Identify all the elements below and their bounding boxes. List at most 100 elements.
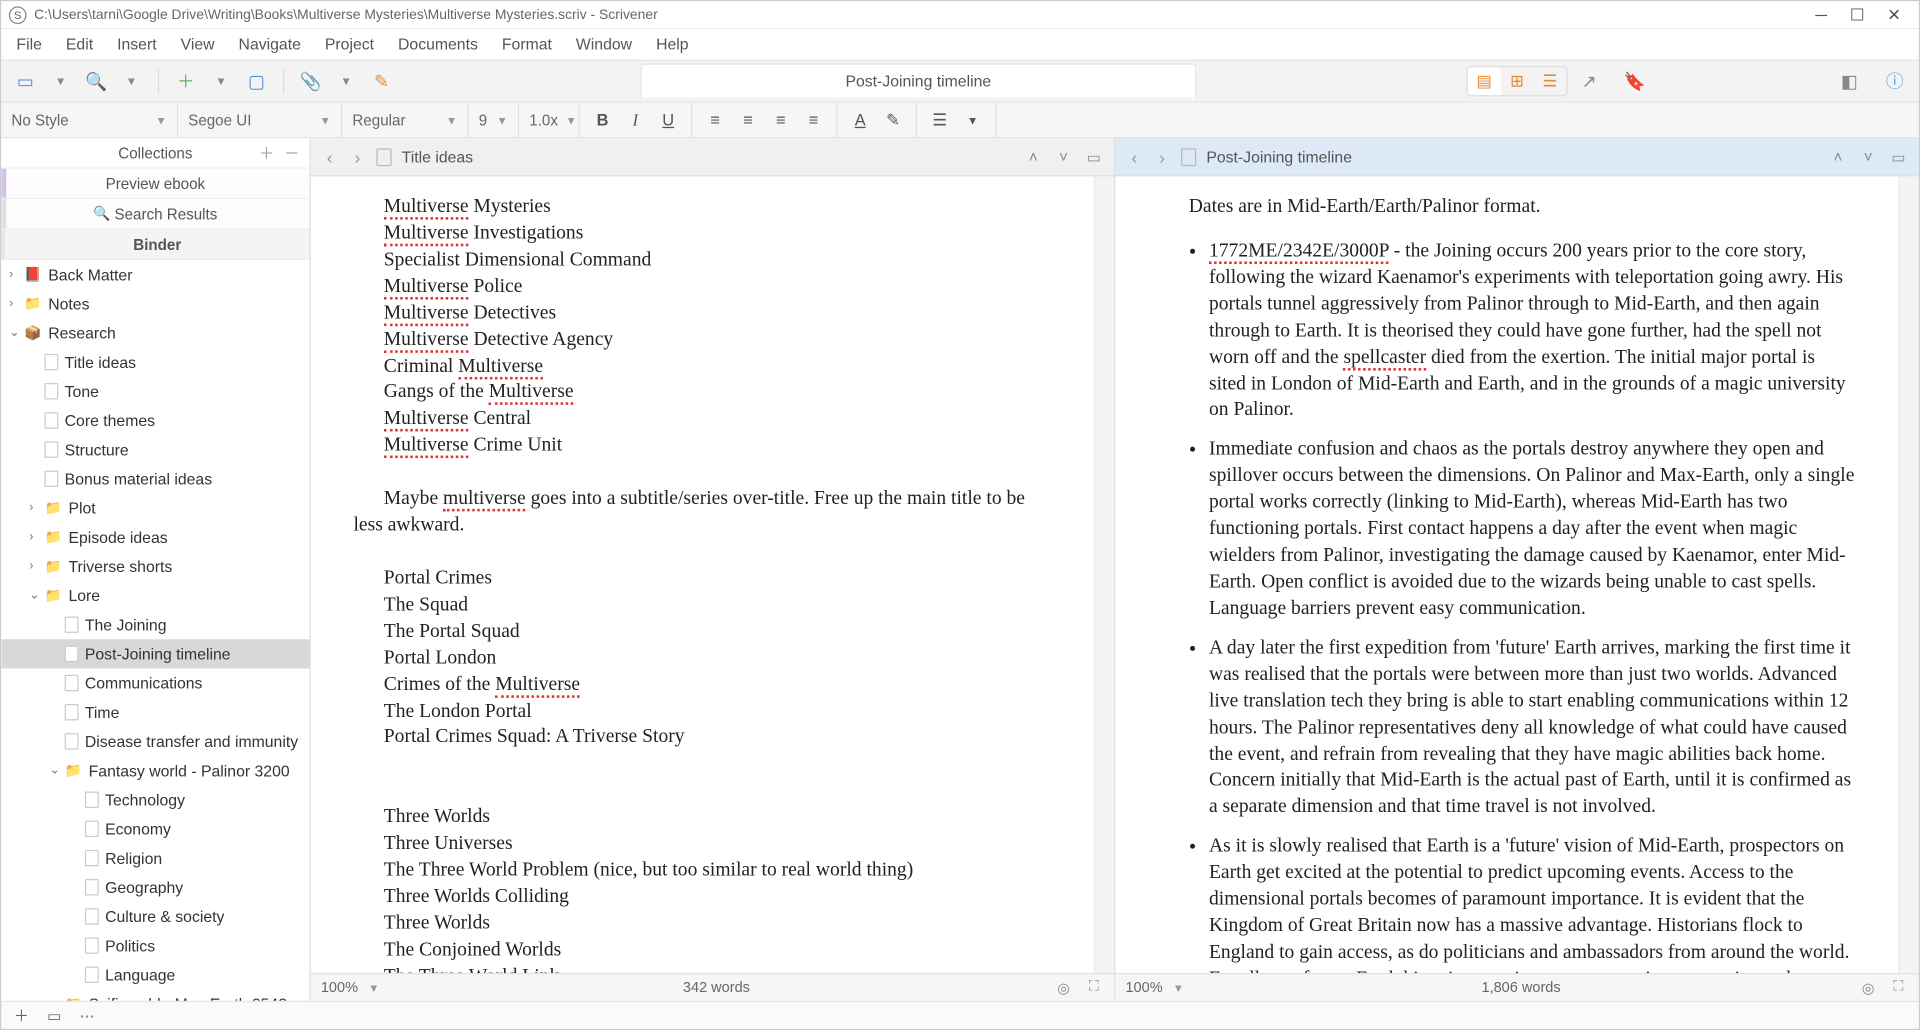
editor-body-right[interactable]: Dates are in Mid-Earth/Earth/Palinor for… <box>1115 176 1898 973</box>
binder-item[interactable]: ›📁Scifi world - Max-Earth 2542 <box>1 989 309 1000</box>
inspector-toggle-icon[interactable]: ⓘ <box>1881 67 1909 95</box>
dropdown-caret-icon[interactable]: ▼ <box>332 67 360 95</box>
binder-item[interactable]: Economy <box>1 814 309 843</box>
dropdown-caret-icon[interactable]: ▼ <box>207 67 235 95</box>
list-dropdown-icon[interactable]: ▼ <box>960 107 985 132</box>
binder-item[interactable]: ⌄📦Research <box>1 318 309 347</box>
split-button[interactable]: ▭ <box>1888 148 1908 166</box>
nav-back-button[interactable]: ‹ <box>1125 147 1143 167</box>
binder-item[interactable]: ›📕Back Matter <box>1 260 309 289</box>
binder-item[interactable]: Bonus material ideas <box>1 464 309 493</box>
binder-item[interactable]: ›📁Episode ideas <box>1 523 309 552</box>
next-doc-button[interactable]: ˅ <box>1053 148 1073 166</box>
font-size-select[interactable]: 9▼ <box>469 103 520 137</box>
collection-tab-preview[interactable]: Preview ebook <box>1 169 309 199</box>
bold-button[interactable]: B <box>590 107 615 132</box>
view-mode-corkboard-icon[interactable]: ⊞ <box>1501 67 1534 95</box>
close-button[interactable]: ✕ <box>1887 4 1901 24</box>
prev-doc-button[interactable]: ˄ <box>1023 148 1043 166</box>
view-mode-document-icon[interactable]: ▤ <box>1468 67 1501 95</box>
highlight-button[interactable]: ✎ <box>880 107 905 132</box>
add-document-button[interactable]: ＋ <box>11 1005 31 1027</box>
view-mode-outliner-icon[interactable]: ☰ <box>1533 67 1566 95</box>
target-icon[interactable]: ◎ <box>1053 979 1073 997</box>
search-icon[interactable]: 🔍 <box>82 67 110 95</box>
binder-item[interactable]: Post-Joining timeline <box>1 639 309 668</box>
line-spacing-select[interactable]: 1.0x▼ <box>519 103 580 137</box>
prev-doc-button[interactable]: ˄ <box>1828 148 1848 166</box>
nav-forward-button[interactable]: › <box>349 147 367 167</box>
attachment-icon[interactable]: 📎 <box>297 67 325 95</box>
align-justify-button[interactable]: ≡ <box>801 107 826 132</box>
binder-item[interactable]: Time <box>1 698 309 727</box>
align-left-button[interactable]: ≡ <box>702 107 727 132</box>
text-color-button[interactable]: A <box>848 107 873 132</box>
binder-item[interactable]: Culture & society <box>1 902 309 931</box>
active-document-tab[interactable]: Post-Joining timeline <box>640 63 1196 97</box>
binder-item[interactable]: Disease transfer and immunity <box>1 727 309 756</box>
binder-item[interactable]: ›📁Notes <box>1 289 309 318</box>
compose-icon[interactable]: ✎ <box>368 67 396 95</box>
align-right-button[interactable]: ≡ <box>768 107 793 132</box>
minimize-button[interactable]: ─ <box>1815 4 1827 24</box>
collection-tab-search[interactable]: 🔍Search Results <box>1 199 309 229</box>
binder-item[interactable]: Communications <box>1 668 309 697</box>
bookmark-icon[interactable]: 🔖 <box>1621 67 1649 95</box>
collection-tab-binder[interactable]: Binder <box>1 230 309 260</box>
next-doc-button[interactable]: ˅ <box>1858 148 1878 166</box>
binder-item[interactable]: Politics <box>1 931 309 960</box>
trash-icon[interactable]: ▢ <box>243 67 271 95</box>
italic-button[interactable]: I <box>623 107 648 132</box>
menu-navigate[interactable]: Navigate <box>239 36 301 54</box>
collections-add-button[interactable]: ＋ <box>259 142 274 164</box>
binder-item[interactable]: Core themes <box>1 406 309 435</box>
nav-forward-button[interactable]: › <box>1153 147 1171 167</box>
font-weight-select[interactable]: Regular▼ <box>342 103 468 137</box>
menu-insert[interactable]: Insert <box>117 36 156 54</box>
add-folder-button[interactable]: ▭ <box>44 1007 64 1025</box>
menu-project[interactable]: Project <box>325 36 374 54</box>
view-binder-icon[interactable]: ▭ <box>11 67 39 95</box>
target-icon[interactable]: ◎ <box>1858 979 1878 997</box>
nav-back-button[interactable]: ‹ <box>321 147 339 167</box>
add-icon[interactable]: ＋ <box>172 67 200 95</box>
zoom-display[interactable]: 100% <box>321 980 358 995</box>
menu-format[interactable]: Format <box>502 36 552 54</box>
align-center-button[interactable]: ≡ <box>735 107 760 132</box>
expand-icon[interactable]: ⛶ <box>1084 979 1104 995</box>
dropdown-caret-icon[interactable]: ▼ <box>117 67 145 95</box>
underline-button[interactable]: U <box>656 107 681 132</box>
binder-item[interactable]: Religion <box>1 844 309 873</box>
scrollbar[interactable] <box>1899 176 1919 973</box>
binder-item[interactable]: Language <box>1 960 309 989</box>
compile-icon[interactable]: ↗ <box>1575 67 1603 95</box>
binder-item[interactable]: Structure <box>1 435 309 464</box>
binder-item[interactable]: ›📁Triverse shorts <box>1 552 309 581</box>
collections-remove-button[interactable]: － <box>284 142 299 164</box>
binder-item[interactable]: ⌄📁Lore <box>1 581 309 610</box>
binder-item[interactable]: Title ideas <box>1 348 309 377</box>
menu-view[interactable]: View <box>181 36 215 54</box>
zoom-display[interactable]: 100% <box>1125 980 1162 995</box>
maximize-button[interactable]: ☐ <box>1850 4 1865 24</box>
menu-window[interactable]: Window <box>576 36 632 54</box>
menu-documents[interactable]: Documents <box>398 36 478 54</box>
binder-tree[interactable]: ›📕Back Matter›📁Notes⌄📦ResearchTitle idea… <box>1 260 309 1001</box>
binder-item[interactable]: Tone <box>1 377 309 406</box>
split-button[interactable]: ▭ <box>1084 148 1104 166</box>
dropdown-caret-icon[interactable]: ▼ <box>47 67 75 95</box>
list-button[interactable]: ☰ <box>927 107 952 132</box>
font-family-select[interactable]: Segoe UI▼ <box>178 103 342 137</box>
editor-body-left[interactable]: Multiverse MysteriesMultiverse Investiga… <box>311 176 1094 973</box>
binder-item[interactable]: Geography <box>1 873 309 902</box>
more-options-button[interactable]: ⋯ <box>77 1007 97 1025</box>
binder-item[interactable]: Technology <box>1 785 309 814</box>
menu-edit[interactable]: Edit <box>66 36 93 54</box>
paragraph-style-select[interactable]: No Style▼ <box>1 103 178 137</box>
binder-item[interactable]: The Joining <box>1 610 309 639</box>
binder-item[interactable]: ⌄📁Fantasy world - Palinor 3200 <box>1 756 309 785</box>
menu-help[interactable]: Help <box>656 36 688 54</box>
menu-file[interactable]: File <box>16 36 41 54</box>
inspector-metadata-icon[interactable]: ◧ <box>1835 67 1863 95</box>
expand-icon[interactable]: ⛶ <box>1888 979 1908 995</box>
